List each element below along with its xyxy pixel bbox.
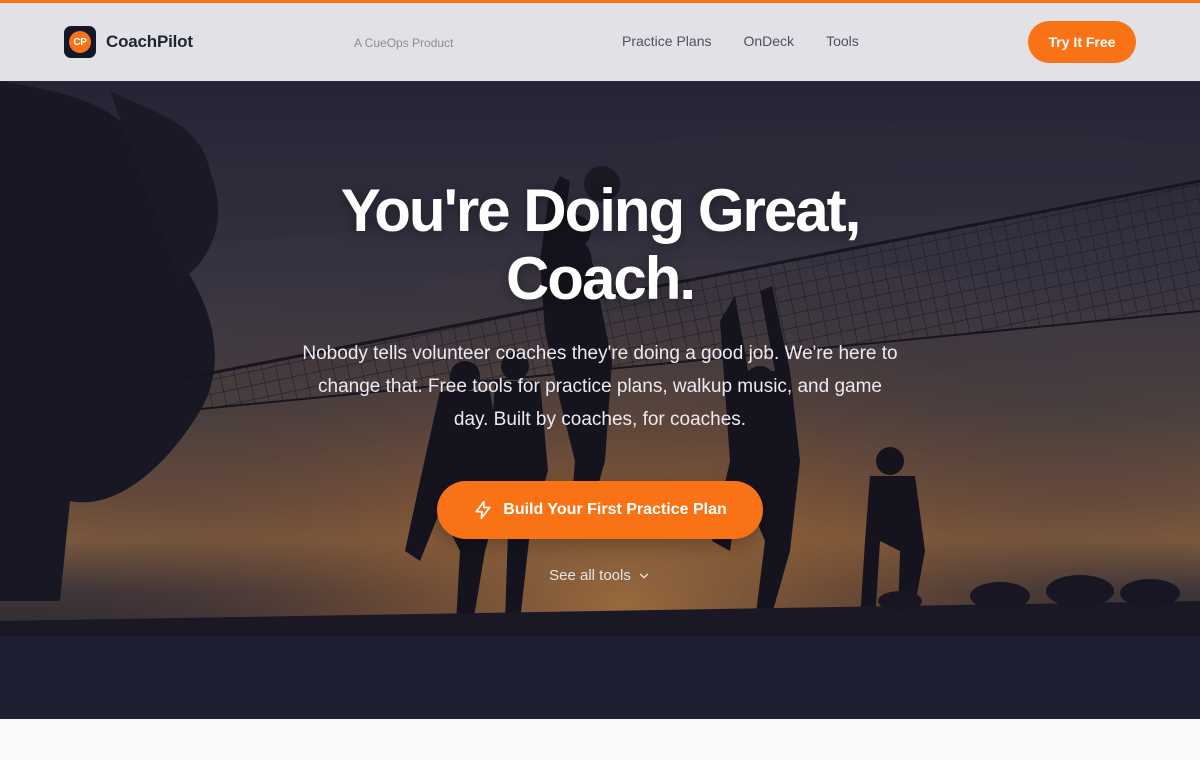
hero-title-line2: Coach. — [505, 245, 696, 312]
coachpilot-logo: CP — [64, 26, 96, 58]
see-all-tools-label: See all tools — [549, 567, 631, 584]
brand-name: CoachPilot — [106, 32, 193, 51]
brand-link[interactable]: CP CoachPilot — [64, 26, 193, 58]
hero-title: You're Doing Great, Coach. — [200, 177, 1000, 313]
build-practice-plan-button[interactable]: Build Your First Practice Plan — [437, 481, 763, 539]
see-all-tools-link[interactable]: See all tools — [0, 567, 1200, 584]
hero-title-line1: You're Doing Great, — [340, 177, 862, 244]
top-accent-bar — [0, 0, 1200, 3]
logo-monogram: CP — [69, 31, 91, 53]
below-hero-section — [0, 719, 1200, 760]
nav-tools[interactable]: Tools — [826, 33, 859, 49]
tagline: A CueOps Product — [354, 36, 454, 50]
site-header: CP CoachPilot A CueOps Product Practice … — [0, 3, 1200, 81]
chevron-down-icon — [639, 573, 649, 578]
hero-subtitle: Nobody tells volunteer coaches they're d… — [302, 343, 898, 430]
nav-ondeck[interactable]: OnDeck — [743, 33, 794, 49]
try-it-free-button[interactable]: Try It Free — [1028, 21, 1136, 63]
lightning-bolt-icon — [475, 500, 491, 520]
main-nav: Practice Plans OnDeck Tools — [622, 33, 859, 49]
build-practice-plan-label: Build Your First Practice Plan — [503, 501, 727, 518]
hero-section: You're Doing Great, Coach. Nobody tells … — [0, 81, 1200, 719]
hero-content: You're Doing Great, Coach. Nobody tells … — [0, 81, 1200, 719]
nav-practice-plans[interactable]: Practice Plans — [622, 33, 711, 49]
